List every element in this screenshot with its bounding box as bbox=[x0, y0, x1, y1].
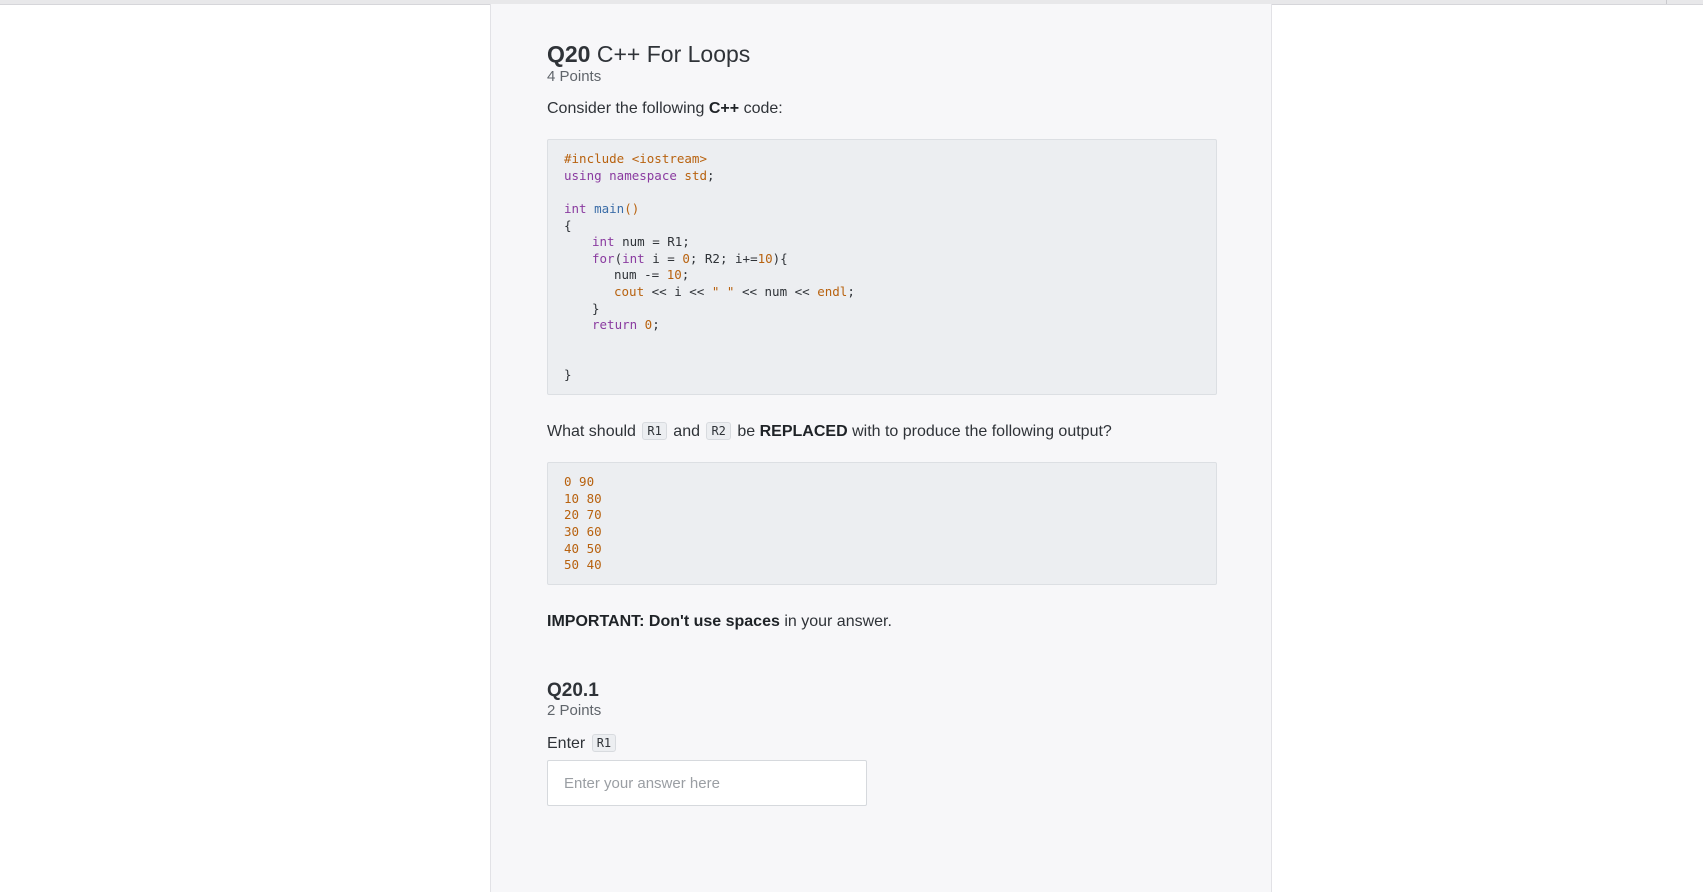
question-title-text: C++ For Loops bbox=[596, 41, 751, 67]
intro-language: C++ bbox=[708, 100, 740, 117]
code-token: num -= bbox=[614, 267, 667, 282]
code-line: int num = R1; bbox=[592, 233, 690, 251]
output-line: 30 60 bbox=[564, 524, 602, 539]
code-literal: 10 bbox=[666, 267, 682, 282]
prompt-and: and bbox=[673, 423, 700, 440]
code-literal: 0 bbox=[682, 251, 690, 266]
code-token: ; R2; i+= bbox=[689, 251, 758, 266]
output-line: 50 40 bbox=[564, 557, 602, 572]
important-label: IMPORTANT: Don't use spaces bbox=[547, 613, 780, 630]
code-token: ; bbox=[652, 317, 660, 332]
question-prompt: What should R1 and R2 be REPLACED with t… bbox=[547, 422, 1112, 441]
question-number: Q20 bbox=[547, 41, 591, 67]
output-line: 0 90 bbox=[564, 474, 595, 489]
code-keyword: int bbox=[592, 234, 615, 249]
code-token: << num << bbox=[734, 284, 818, 299]
subquestion-title: Q20.1 bbox=[547, 680, 599, 701]
code-line: { bbox=[564, 218, 572, 233]
question-points: 4 Points bbox=[547, 68, 602, 85]
code-token: std bbox=[676, 168, 707, 183]
code-line: return 0; bbox=[592, 316, 660, 334]
code-token: ; bbox=[847, 284, 855, 299]
question-panel: Q20 C++ For Loops 4 Points Consider the … bbox=[490, 4, 1272, 892]
inline-code-r2: R2 bbox=[706, 422, 731, 440]
question-title: Q20 C++ For Loops bbox=[547, 41, 750, 68]
code-function: main bbox=[586, 201, 625, 216]
code-line: using namespace std; bbox=[564, 167, 715, 185]
prompt-replaced: REPLACED bbox=[759, 423, 848, 440]
code-literal: 10 bbox=[757, 251, 773, 266]
code-keyword: for bbox=[592, 251, 615, 266]
subquestion-prompt: Enter R1 bbox=[547, 734, 618, 753]
code-token: ){ bbox=[772, 251, 788, 266]
code-line: int main() bbox=[564, 200, 639, 218]
intro-suffix: code: bbox=[743, 100, 783, 117]
output-line: 20 70 bbox=[564, 507, 602, 522]
code-line: } bbox=[564, 367, 572, 382]
prompt-suffix: with to produce the following output? bbox=[852, 423, 1112, 440]
important-rest: in your answer. bbox=[784, 613, 892, 630]
answer-input[interactable] bbox=[547, 760, 867, 806]
code-token: () bbox=[624, 201, 640, 216]
code-keyword: using namespace bbox=[564, 168, 677, 183]
code-keyword: int bbox=[622, 251, 645, 266]
code-block: #include <iostream> using namespace std;… bbox=[547, 139, 1217, 395]
code-keyword: return bbox=[592, 317, 638, 332]
question-intro: Consider the following C++ code: bbox=[547, 100, 783, 118]
code-token: << i << bbox=[644, 284, 712, 299]
output-block: 0 90 10 80 20 70 30 60 40 50 50 40 bbox=[547, 462, 1217, 585]
inline-code-r1: R1 bbox=[642, 422, 667, 440]
code-token: cout bbox=[614, 284, 645, 299]
code-token: num = R1; bbox=[614, 234, 690, 249]
code-literal: 0 bbox=[637, 317, 653, 332]
code-line: cout << i << " " << num << endl; bbox=[614, 283, 855, 301]
code-token: i = bbox=[644, 251, 683, 266]
code-line: #include <iostream> bbox=[564, 151, 707, 166]
subquestion-prompt-text: Enter bbox=[547, 735, 586, 752]
code-line: num -= 10; bbox=[614, 266, 689, 284]
intro-prefix: Consider the following bbox=[547, 100, 705, 117]
subquestion-points: 2 Points bbox=[547, 702, 602, 719]
prompt-be: be bbox=[737, 423, 756, 440]
code-keyword: int bbox=[564, 201, 587, 216]
code-literal: " " bbox=[711, 284, 735, 299]
code-token: endl bbox=[817, 284, 848, 299]
inline-code-r1: R1 bbox=[591, 734, 617, 752]
important-note: IMPORTANT: Don't use spaces in your answ… bbox=[547, 613, 892, 631]
code-token: ( bbox=[614, 251, 623, 266]
prompt-prefix: What should bbox=[547, 423, 636, 440]
code-token: ; bbox=[681, 267, 690, 282]
top-bar-divider bbox=[1666, 0, 1667, 4]
code-token: ; bbox=[707, 168, 715, 183]
